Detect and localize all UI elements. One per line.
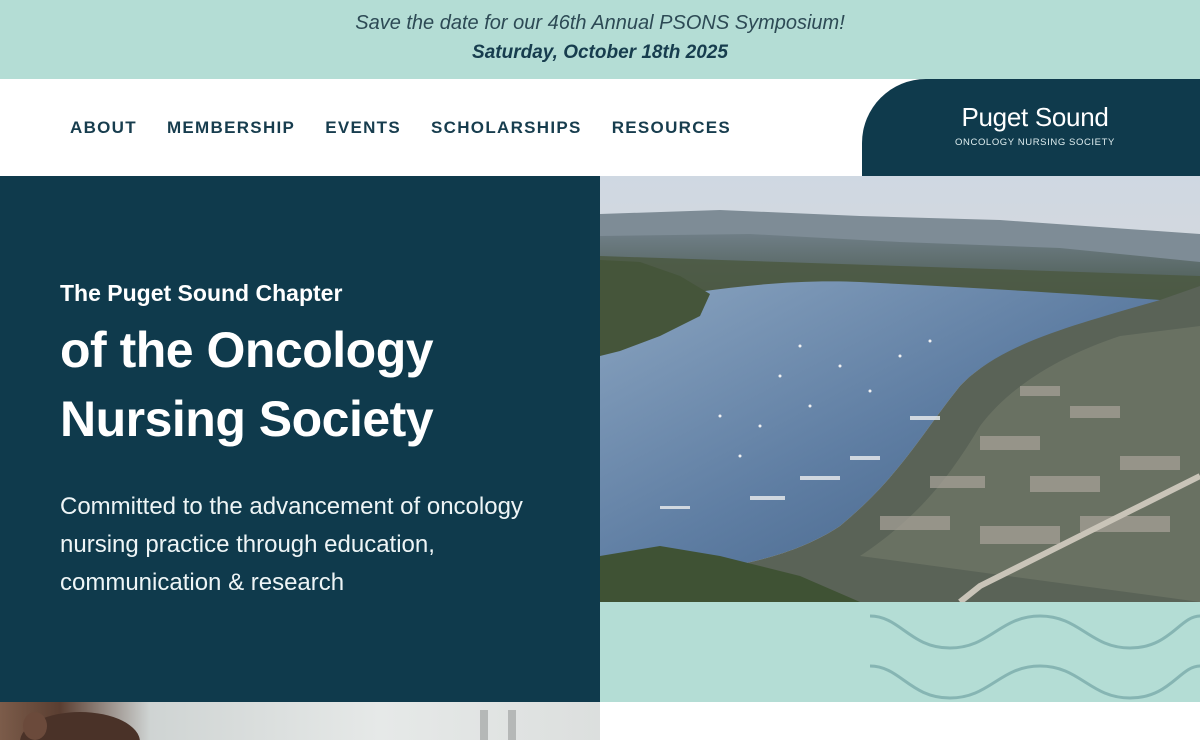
hero-kicker: The Puget Sound Chapter <box>60 280 343 306</box>
wave-lines-icon <box>869 614 1200 700</box>
hero-title-line2: Nursing Society <box>60 391 434 447</box>
main-nav: ABOUT MEMBERSHIP EVENTS SCHOLARSHIPS RES… <box>70 118 761 138</box>
nurse-photo <box>0 702 600 740</box>
nav-item-membership[interactable]: MEMBERSHIP <box>167 118 295 138</box>
symposium-announcement: Save the date for our 46th Annual PSONS … <box>355 12 845 34</box>
nav-item-about[interactable]: ABOUT <box>70 118 137 138</box>
hero-title: of the Oncology Nursing Society <box>60 316 434 454</box>
hero-description: Committed to the advancement of oncology… <box>60 493 523 596</box>
nav-item-scholarships[interactable]: SCHOLARSHIPS <box>431 118 582 138</box>
hero-text-panel: The Puget Sound Chapter of the Oncology … <box>0 176 600 702</box>
logo-title: Puget Sound <box>961 102 1109 132</box>
nav-item-resources[interactable]: RESOURCES <box>612 118 731 138</box>
hero-aerial-image <box>600 176 1200 602</box>
mint-decoration-block <box>600 602 1200 702</box>
symposium-date: Saturday, October 18th 2025 <box>472 42 728 63</box>
logo-subtitle: ONCOLOGY NURSING SOCIETY <box>955 137 1115 148</box>
hero-title-line1: of the Oncology <box>60 322 434 378</box>
announcement-banner: Save the date for our 46th Annual PSONS … <box>0 0 1200 79</box>
site-logo[interactable]: Puget Sound ONCOLOGY NURSING SOCIETY <box>862 79 1200 176</box>
nav-item-events[interactable]: EVENTS <box>325 118 401 138</box>
